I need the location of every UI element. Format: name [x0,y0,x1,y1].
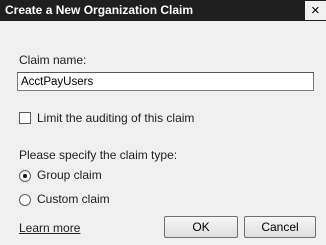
group-claim-label[interactable]: Group claim [37,168,102,182]
claim-type-prompt: Please specify the claim type: [19,148,178,162]
title-bar[interactable]: Create a New Organization Claim × [0,0,326,21]
custom-claim-label[interactable]: Custom claim [37,192,110,206]
group-claim-radio[interactable] [19,170,31,182]
cancel-button[interactable]: Cancel [244,216,316,238]
learn-more-link[interactable]: Learn more [19,221,80,235]
ok-button[interactable]: OK [164,216,238,238]
create-claim-dialog: Create a New Organization Claim × Claim … [0,0,326,245]
claim-name-input[interactable] [17,72,314,91]
limit-auditing-checkbox[interactable] [19,112,31,124]
dialog-title: Create a New Organization Claim [5,3,194,17]
limit-auditing-label: Limit the auditing of this claim [37,111,195,125]
claim-name-label: Claim name: [19,53,87,67]
close-button[interactable]: × [305,1,326,20]
custom-claim-radio[interactable] [19,194,31,206]
